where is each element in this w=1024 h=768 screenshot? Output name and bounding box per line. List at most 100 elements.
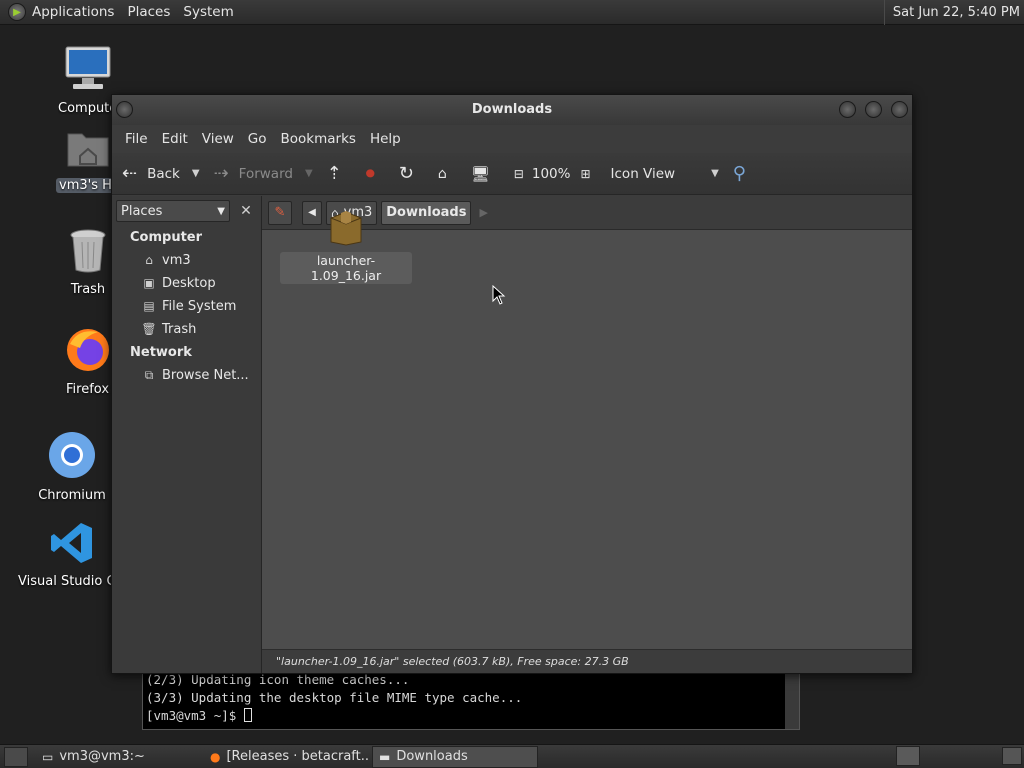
desktop-icon-vscode[interactable]: Visual Studio Code <box>18 520 122 589</box>
zoom-out-button[interactable]: ⊟ 100% <box>514 166 571 182</box>
sidebar-item-label: vm3 <box>162 253 191 268</box>
window-body: Places ▼ ✕ Computer ⌂ vm3 ▣ Desktop ▤ File … <box>112 196 912 673</box>
chromium-icon <box>49 432 95 478</box>
desktop-icon-label: Firefox <box>66 382 110 397</box>
home-button[interactable]: ⌂ <box>438 166 457 182</box>
firefox-icon <box>67 329 109 371</box>
sidebar-header: Places ▼ ✕ <box>112 196 261 226</box>
menu-edit[interactable]: Edit <box>155 131 195 147</box>
clock[interactable]: Sat Jun 22, 5:40 PM <box>883 0 1020 25</box>
up-button[interactable]: ⇡ <box>327 163 352 184</box>
zoom-level: 100% <box>531 165 571 182</box>
menu-view[interactable]: View <box>195 131 241 147</box>
task-label: [Releases · betacraft... <box>226 749 370 764</box>
jar-package-icon <box>330 211 362 246</box>
search-button[interactable]: ⚲ <box>733 163 756 184</box>
places-menu[interactable]: Places <box>123 0 179 25</box>
terminal-scrollbar[interactable] <box>785 671 799 729</box>
menu-file[interactable]: File <box>118 131 155 147</box>
drive-icon: ▤ <box>143 299 155 313</box>
zoom-in-button[interactable]: ⊞ <box>580 167 600 181</box>
mouse-pointer-icon <box>492 285 506 305</box>
firefox-icon: ● <box>210 749 221 764</box>
taskbar-item-terminal[interactable]: ▭ vm3@vm3:~ <box>36 746 202 768</box>
menu-bar: File Edit View Go Bookmarks Help <box>112 125 912 153</box>
home-icon: ⌂ <box>437 165 447 182</box>
desktop-icon-label: Visual Studio Code <box>18 574 116 589</box>
system-menu[interactable]: System <box>179 0 242 25</box>
stop-button[interactable]: ⏺ <box>366 163 385 184</box>
status-bar: "launcher-1.09_16.jar" selected (603.7 k… <box>262 649 912 673</box>
terminal-line: (3/3) Updating the desktop file MIME typ… <box>146 690 523 705</box>
terminal-window[interactable]: (2/3) Updating icon theme caches... (3/3… <box>142 670 800 730</box>
task-label: vm3@vm3:~ <box>59 749 145 764</box>
back-history-dropdown-icon[interactable]: ▼ <box>192 168 200 179</box>
show-desktop-button[interactable] <box>4 746 28 767</box>
trash-applet-icon[interactable] <box>896 746 920 766</box>
task-label: Downloads <box>396 749 468 764</box>
terminal-prompt[interactable]: [vm3@vm3 ~]$ <box>143 707 799 725</box>
forward-button[interactable]: ⇢ Forward ▼ <box>214 163 313 184</box>
stop-icon: ⏺ <box>365 163 375 184</box>
menu-help[interactable]: Help <box>363 131 408 147</box>
sidebar-type-select[interactable]: Places ▼ <box>116 200 230 222</box>
close-sidebar-icon[interactable]: ✕ <box>236 201 256 221</box>
up-arrow-icon: ⇡ <box>326 163 342 184</box>
text-cursor <box>243 708 252 722</box>
menu-bookmarks[interactable]: Bookmarks <box>274 131 363 147</box>
forward-label: Forward <box>238 165 293 182</box>
terminal-icon: ▭ <box>42 749 54 764</box>
window-menu-button[interactable] <box>116 101 133 118</box>
taskbar-item-firefox[interactable]: ● [Releases · betacraft... <box>204 746 370 768</box>
sidebar-item-label: File System <box>162 299 237 314</box>
workspace-switcher[interactable] <box>1002 747 1022 765</box>
close-button[interactable] <box>891 101 908 118</box>
sidebar-item-browse-network[interactable]: ⧉ Browse Net... <box>112 364 261 387</box>
desktop-icon-label: Chromium <box>38 488 106 503</box>
zoom-in-icon: ⊞ <box>580 166 591 181</box>
sidebar-item-label: Trash <box>162 322 197 337</box>
maximize-button[interactable] <box>865 101 882 118</box>
sidebar-item-file-system[interactable]: ▤ File System <box>112 295 261 318</box>
bottom-panel: ▭ vm3@vm3:~ ● [Releases · betacraft... ▬ Do… <box>0 744 1024 768</box>
view-mode-select[interactable]: Icon View ▼ <box>611 166 719 182</box>
sidebar-heading-network: Network <box>130 345 192 360</box>
zoom-out-icon: ⊟ <box>513 166 524 181</box>
view-mode-label: Icon View <box>610 165 676 182</box>
sidebar-item-label: Desktop <box>162 276 216 291</box>
file-name: launcher-1.09_16.jar <box>280 252 412 284</box>
menu-go[interactable]: Go <box>241 131 274 147</box>
home-folder-icon <box>67 133 109 167</box>
sidebar: Places ▼ ✕ Computer ⌂ vm3 ▣ Desktop ▤ File … <box>112 196 262 673</box>
forward-history-dropdown-icon[interactable]: ▼ <box>305 168 313 179</box>
gnome-foot-icon[interactable]: ▶ <box>8 3 26 21</box>
back-button[interactable]: ⇠ Back ▼ <box>122 163 200 184</box>
sidebar-item-desktop[interactable]: ▣ Desktop <box>112 272 261 295</box>
top-menu: ▶ Applications Places System <box>0 0 243 25</box>
view-mode-dropdown-icon: ▼ <box>711 168 719 179</box>
taskbar-item-downloads[interactable]: ▬ Downloads <box>372 745 538 768</box>
sidebar-item-label: Browse Net... <box>162 368 249 383</box>
sidebar-heading-computer: Computer <box>130 230 203 245</box>
network-icon: ⧉ <box>144 368 154 382</box>
window-titlebar[interactable]: Downloads <box>112 95 912 125</box>
top-panel: ▶ Applications Places System Sat Jun 22,… <box>0 0 1024 25</box>
desktop-icon-chromium[interactable]: Chromium <box>22 430 122 503</box>
home-icon: ⌂ <box>145 253 153 267</box>
back-arrow-icon: ⇠ <box>122 163 138 184</box>
minimize-button[interactable] <box>839 101 856 118</box>
file-item[interactable]: launcher-1.09_16.jar <box>280 208 412 284</box>
folder-icon: ▬ <box>379 749 391 764</box>
computer-button[interactable]: 🖥 <box>471 165 500 183</box>
toolbar: ⇠ Back ▼ ⇢ Forward ▼ ⇡ ⏺ ↻ ⌂ 🖥 ⊟ 100% ⊞ I… <box>112 153 912 195</box>
sidebar-item-vm3[interactable]: ⌂ vm3 <box>112 249 261 272</box>
reload-icon: ↻ <box>398 163 414 184</box>
reload-button[interactable]: ↻ <box>399 163 424 184</box>
trash-icon <box>70 229 106 273</box>
file-view[interactable]: ✎ ◀ ⌂ vm3 Downloads ▶ launcher-1.09_16.ja… <box>262 196 912 673</box>
sidebar-item-trash[interactable]: 🗑 Trash <box>112 318 261 341</box>
path-scroll-right-icon[interactable]: ▶ <box>479 206 487 219</box>
applications-menu[interactable]: Applications <box>28 0 123 25</box>
file-manager-window: Downloads File Edit View Go Bookmarks He… <box>111 94 913 674</box>
computer-icon <box>65 46 111 89</box>
